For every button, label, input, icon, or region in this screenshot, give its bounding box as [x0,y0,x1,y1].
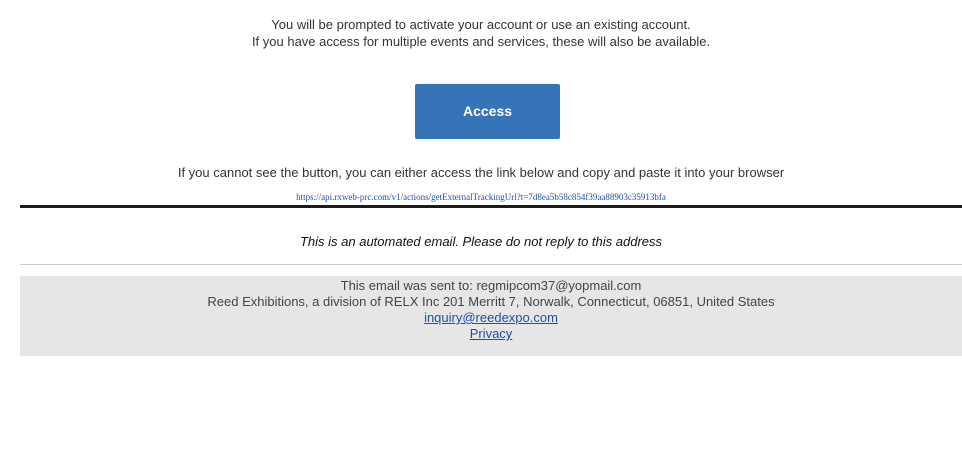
tracking-link[interactable]: https://api.rxweb-prc.com/v1/actions/get… [0,191,962,203]
intro-line-1: You will be prompted to activate your ac… [271,17,691,32]
intro-text: You will be prompted to activate your ac… [0,16,962,50]
footer-divider [20,264,962,265]
inquiry-email-link[interactable]: inquiry@reedexpo.com [424,310,558,325]
section-divider [20,205,962,208]
access-button[interactable]: Access [415,84,560,139]
fallback-instructions: If you cannot see the button, you can ei… [177,165,785,180]
privacy-link[interactable]: Privacy [470,326,513,341]
intro-line-2: If you have access for multiple events a… [251,34,711,49]
automated-notice: This is an automated email. Please do no… [299,234,663,249]
footer-sent-to: This email was sent to: regmipcom37@yopm… [340,278,642,293]
footer: This email was sent to: regmipcom37@yopm… [20,276,962,356]
footer-address: Reed Exhibitions, a division of RELX Inc… [207,294,775,309]
